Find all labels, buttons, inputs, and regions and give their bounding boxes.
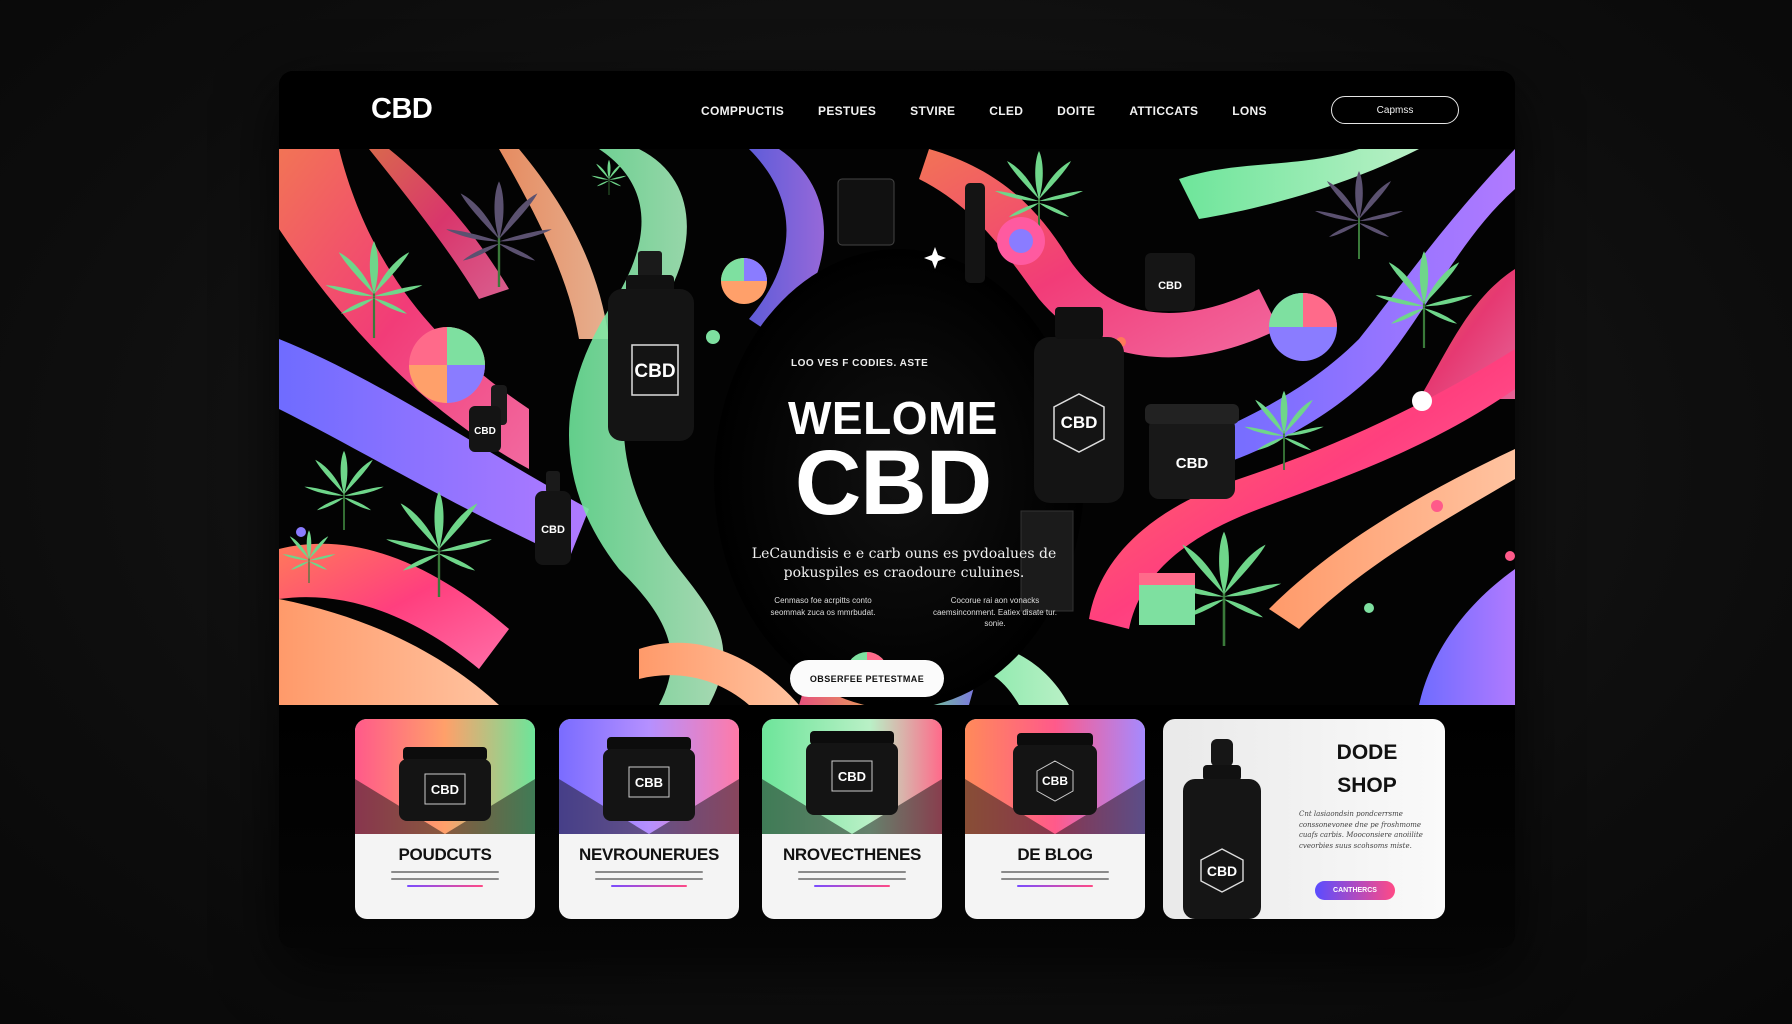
category-card-blog[interactable]: CBB DE BLOG: [965, 719, 1145, 919]
hero-column-right: Cocorue rai aon vonacks caemsinconment. …: [932, 596, 1058, 629]
category-card-3[interactable]: CBD NROVECTHENES: [762, 719, 942, 919]
shop-description: Cnt lasiaondsin pondcerrsme conssonevone…: [1299, 810, 1423, 850]
card-3-jar-image: CBD: [762, 719, 942, 834]
nav-link-4[interactable]: CLED: [989, 104, 1023, 118]
bottle-label-tiny: CBD: [474, 426, 496, 437]
card-text-lines: [1001, 871, 1109, 892]
bottle-label-right: CBD: [1061, 413, 1098, 432]
hero-description: LeCaundisis e e carb ouns es pvdoalues d…: [751, 546, 1057, 581]
card-title-2: NEVROUNERUES: [579, 845, 719, 864]
hero-banner: CBD CBD CBD CBD CBD CBD LOO VES F CODIES…: [279, 149, 1515, 705]
nav-link-3[interactable]: STVIRE: [910, 104, 955, 118]
shop-bottle-image: CBD: [1183, 739, 1261, 919]
jar-label-right: CBD: [1176, 455, 1209, 472]
card-title-3: NROVECTHENES: [782, 845, 922, 864]
nav-cta-button[interactable]: Capmss: [1331, 96, 1459, 124]
svg-text:CBD: CBD: [1207, 863, 1237, 879]
svg-text:CBD: CBD: [838, 769, 866, 784]
nav-links: COMPPUCTIS PESTUES STVIRE CLED DOITE ATT…: [701, 104, 1301, 118]
nav-link-7[interactable]: LONS: [1232, 104, 1267, 118]
browser-window: CBD COMPPUCTIS PESTUES STVIRE CLED DOITE…: [279, 71, 1515, 948]
blog-jar-image: CBB: [965, 719, 1145, 834]
hero-title-line2: CBD: [794, 432, 992, 534]
card-title-blog: DE BLOG: [1017, 845, 1093, 864]
nav-link-1[interactable]: COMPPUCTIS: [701, 104, 784, 118]
svg-text:CBB: CBB: [1042, 774, 1068, 788]
shop-cta-button[interactable]: CANTHERCS: [1315, 881, 1395, 900]
site-logo[interactable]: CBD: [371, 93, 433, 126]
hero-tagline: LOO VES F CODIES. ASTE: [791, 358, 929, 369]
svg-text:CBD: CBD: [431, 782, 459, 797]
nav-link-6[interactable]: ATTICCATS: [1129, 104, 1198, 118]
top-nav: CBD COMPPUCTIS PESTUES STVIRE CLED DOITE…: [279, 71, 1515, 149]
svg-text:CBB: CBB: [635, 775, 663, 790]
nav-link-5[interactable]: DOITE: [1057, 104, 1095, 118]
hero-cta-button[interactable]: OBSERFEE PETESTMAE: [790, 660, 944, 697]
card-text-lines: [595, 871, 703, 892]
card-2-jar-image: CBB: [559, 719, 739, 834]
card-text-lines: [798, 871, 906, 892]
shop-card[interactable]: CBD DODE SHOP Cnt lasiaondsin pondcerrsm…: [1163, 719, 1445, 919]
jar-label-top: CBD: [1158, 280, 1182, 292]
category-card-products[interactable]: CBD POUDCUTS: [355, 719, 535, 919]
shop-title: DODE SHOP: [1336, 741, 1398, 797]
bottle-label-small: CBD: [541, 524, 565, 536]
hero-column-left: Cenmaso foe acrpitts conto seommak zuca …: [770, 596, 876, 617]
products-jar-image: CBD: [355, 719, 535, 834]
card-text-lines: [391, 871, 499, 892]
category-card-2[interactable]: CBB NEVROUNERUES: [559, 719, 739, 919]
card-title-products: POUDCUTS: [398, 845, 492, 864]
nav-link-2[interactable]: PESTUES: [818, 104, 876, 118]
category-cards: CBD POUDCUTS CBB NEVROUNERUES CBD NROVEC…: [279, 705, 1515, 948]
bottle-label-main: CBD: [634, 361, 675, 382]
hero-columns: Cenmaso foe acrpitts conto seommak zuca …: [759, 595, 1059, 630]
